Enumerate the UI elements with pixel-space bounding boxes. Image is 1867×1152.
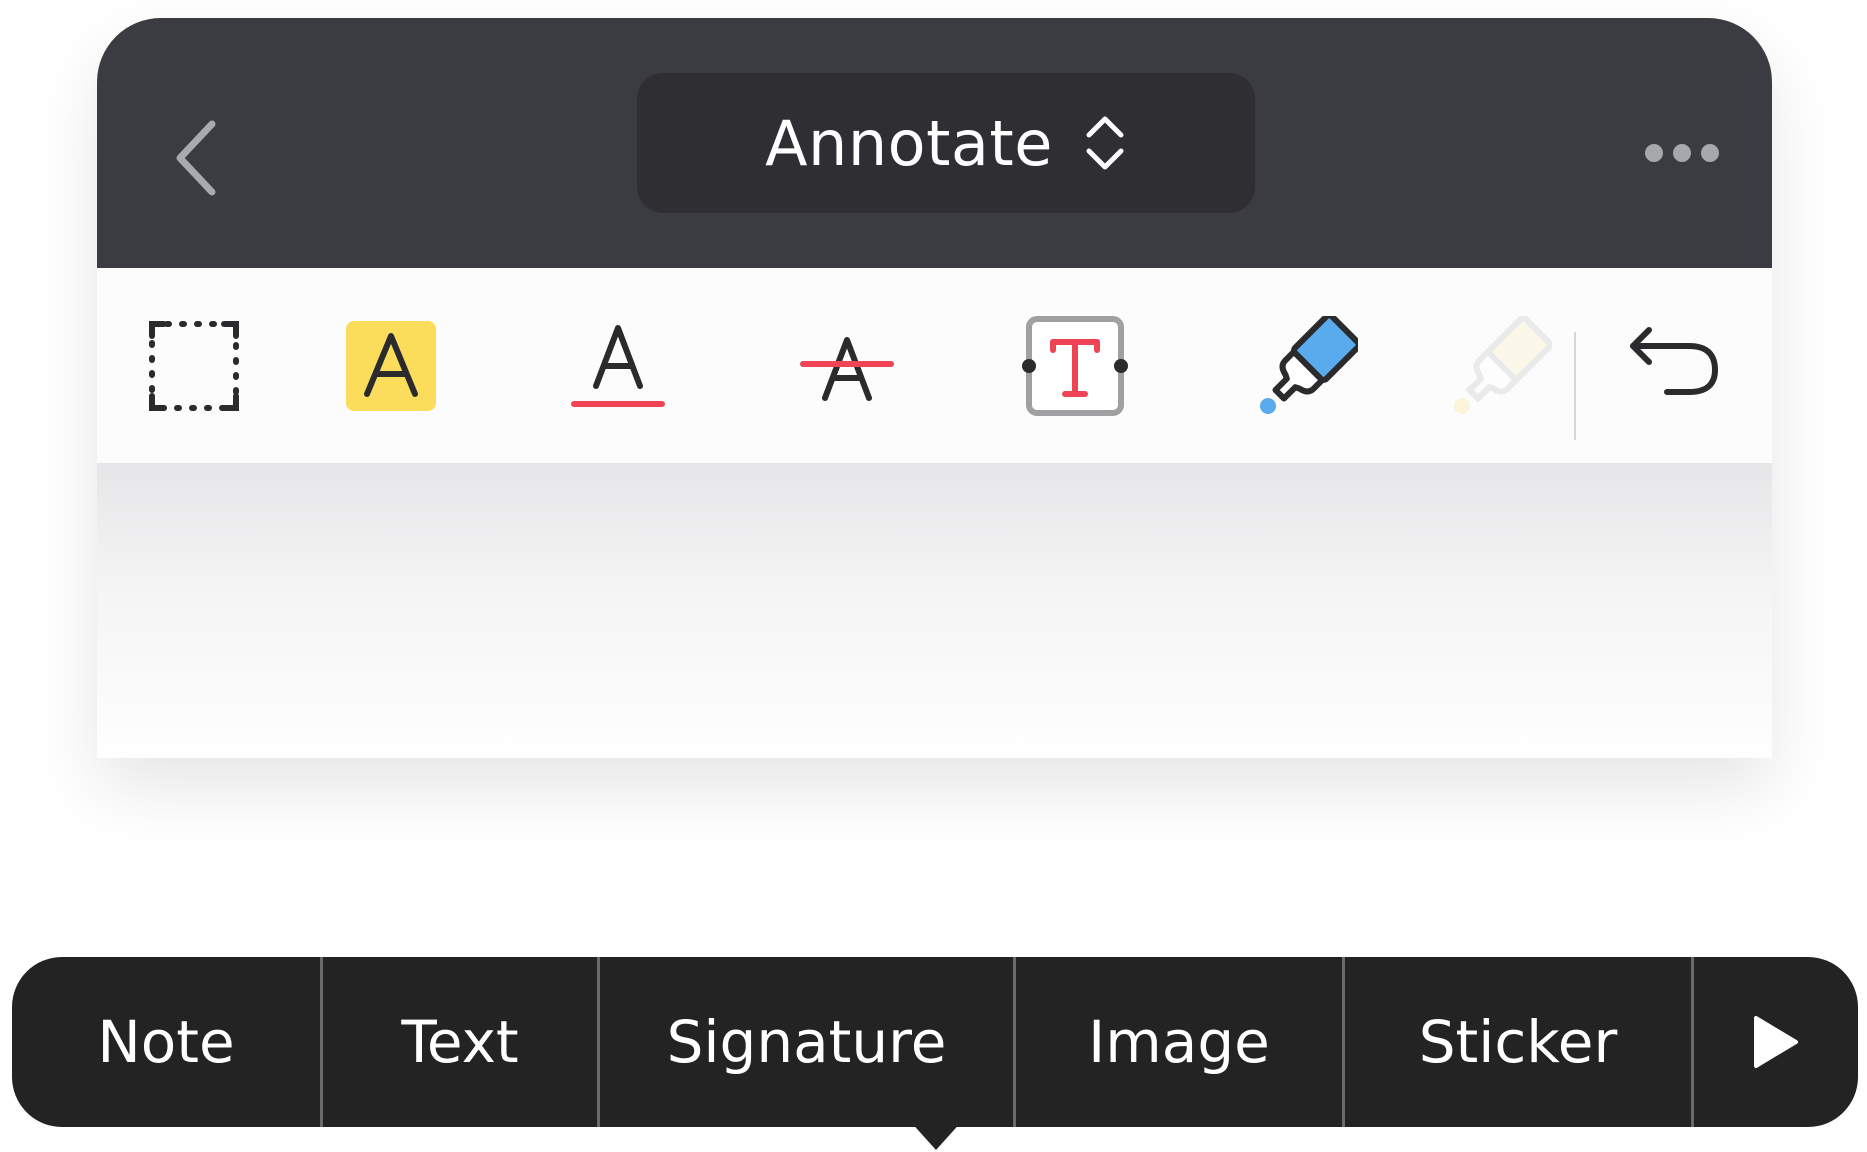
highlighter-pen-icon — [1260, 315, 1358, 414]
menu-item-signature[interactable]: Signature — [600, 957, 1013, 1127]
eraser-icon — [1454, 315, 1552, 414]
select-area-tool[interactable] — [119, 268, 269, 463]
text-box-tool[interactable] — [1000, 268, 1150, 463]
highlight-text-tool[interactable] — [316, 268, 466, 463]
context-menu-pointer — [900, 1110, 972, 1150]
annotation-toolbar — [97, 268, 1772, 463]
document-window: Annotate — [97, 18, 1772, 758]
underline-text-tool[interactable] — [543, 268, 693, 463]
menu-item-sticker[interactable]: Sticker — [1345, 957, 1691, 1127]
underline-a-icon — [571, 324, 665, 407]
back-button[interactable] — [157, 108, 237, 208]
chevron-up-down-icon — [1086, 116, 1124, 170]
screen: Annotate Note Text Signature Image Stick… — [0, 0, 1867, 1152]
toolbar-divider — [1574, 332, 1576, 440]
menu-more-button[interactable] — [1694, 957, 1858, 1127]
more-dot — [1701, 144, 1719, 162]
highlighter-pen-tool[interactable] — [1233, 268, 1383, 463]
strikethrough-tool[interactable] — [772, 268, 922, 463]
more-button[interactable] — [1632, 118, 1732, 188]
menu-item-image[interactable]: Image — [1016, 957, 1342, 1127]
more-dot — [1645, 144, 1663, 162]
eraser-tool[interactable] — [1442, 268, 1562, 463]
top-bar: Annotate — [97, 18, 1772, 268]
highlight-a-icon — [346, 320, 436, 411]
text-box-icon — [1022, 315, 1128, 416]
play-triangle-icon — [1754, 1016, 1798, 1068]
dashed-rectangle-icon — [149, 320, 239, 411]
document-content-area — [97, 463, 1772, 758]
mode-selector[interactable]: Annotate — [637, 73, 1255, 213]
more-dot — [1673, 144, 1691, 162]
undo-button[interactable] — [1602, 268, 1752, 463]
chevron-left-icon — [176, 120, 216, 196]
strikethrough-a-icon — [800, 336, 894, 401]
mode-label: Annotate — [765, 106, 1053, 180]
menu-item-note[interactable]: Note — [12, 957, 320, 1127]
context-menu: Note Text Signature Image Sticker — [12, 957, 1858, 1127]
menu-item-text[interactable]: Text — [323, 957, 597, 1127]
undo-icon — [1630, 326, 1718, 395]
